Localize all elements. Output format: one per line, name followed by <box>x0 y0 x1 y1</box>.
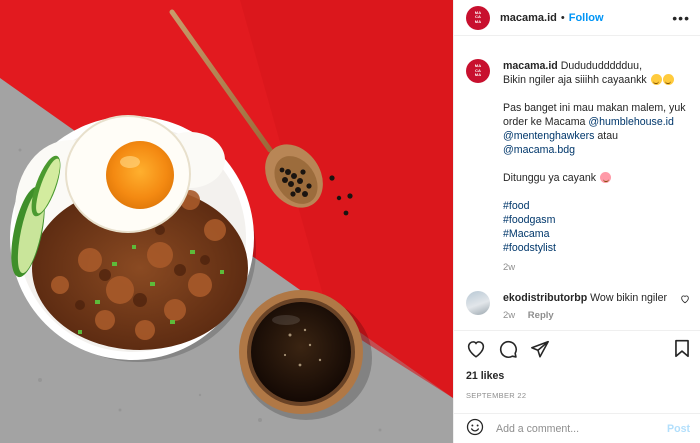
share-icon[interactable] <box>530 340 550 358</box>
commenter-avatar[interactable] <box>466 291 490 315</box>
likes-count[interactable]: 21 likes <box>466 370 504 382</box>
caption-username[interactable]: macama.id <box>503 60 558 72</box>
reply-button[interactable]: Reply <box>528 310 554 321</box>
heart-icon[interactable] <box>466 340 486 358</box>
food-photo-illustration <box>0 0 453 443</box>
comment-item: ekodistributorbp Wow bikin ngiler 2w Rep… <box>466 291 690 323</box>
mention-macama-bdg[interactable]: @macama.bdg <box>503 144 575 156</box>
post-header: MA CA MA macama.id • Follow ••• <box>454 0 700 36</box>
comment-timestamp[interactable]: 2w <box>503 310 515 321</box>
bookmark-icon[interactable] <box>674 339 690 358</box>
caption-timestamp[interactable]: 2w <box>503 262 515 273</box>
post-sidebar: MA CA MA macama.id • Follow ••• MA CA MA… <box>453 0 700 443</box>
hashtag-food[interactable]: #food <box>503 200 530 212</box>
commenter-username[interactable]: ekodistributorbp <box>503 292 587 304</box>
kiss-emoji-icon <box>600 172 612 183</box>
grin-emoji-icon-2 <box>662 74 674 85</box>
add-comment-bar: Post <box>454 413 700 443</box>
post-image[interactable] <box>0 0 453 443</box>
follow-button[interactable]: Follow <box>569 12 604 24</box>
caption-para3: Ditunggu ya cayank <box>503 172 597 184</box>
hashtag-foodgasm[interactable]: #foodgasm <box>503 214 555 226</box>
grin-emoji-icon <box>650 74 662 85</box>
hashtag-foodstylist[interactable]: #foodstylist <box>503 242 556 254</box>
comment-text: Wow bikin ngiler <box>590 292 668 304</box>
caption-avatar[interactable]: MA CA MA <box>466 59 490 83</box>
action-bar <box>454 330 700 366</box>
profile-avatar[interactable]: MA CA MA <box>466 5 490 30</box>
comment-like-heart-icon[interactable] <box>680 294 690 307</box>
caption-para2-join: atau <box>594 130 618 142</box>
more-options-icon[interactable]: ••• <box>672 11 690 25</box>
mention-humblehouse[interactable]: @humblehouse.id <box>588 116 674 128</box>
comment-icon[interactable] <box>498 339 518 359</box>
separator-dot: • <box>560 11 565 24</box>
caption-avatar-logo-text: MA CA MA <box>474 63 482 78</box>
post-comment-button[interactable]: Post <box>667 423 690 435</box>
caption: MA CA MA macama.id Dudududdddduu, Bikin … <box>466 59 690 275</box>
caption-line1: Dudududdddduu, <box>560 60 643 72</box>
mention-mentenghawkers[interactable]: @mentenghawkers <box>503 130 594 142</box>
avatar-logo-text: MA CA MA <box>474 9 482 24</box>
comments-section[interactable]: MA CA MA macama.id Dudududdddduu, Bikin … <box>454 37 700 329</box>
hashtag-macama[interactable]: #Macama <box>503 228 550 240</box>
header-username[interactable]: macama.id <box>500 12 557 24</box>
post-date: SEPTEMBER 22 <box>466 391 527 400</box>
smiley-icon[interactable] <box>466 418 484 439</box>
caption-line2: Bikin ngiler aja siiihh cayaankk <box>503 74 647 86</box>
add-comment-input[interactable] <box>496 422 646 435</box>
